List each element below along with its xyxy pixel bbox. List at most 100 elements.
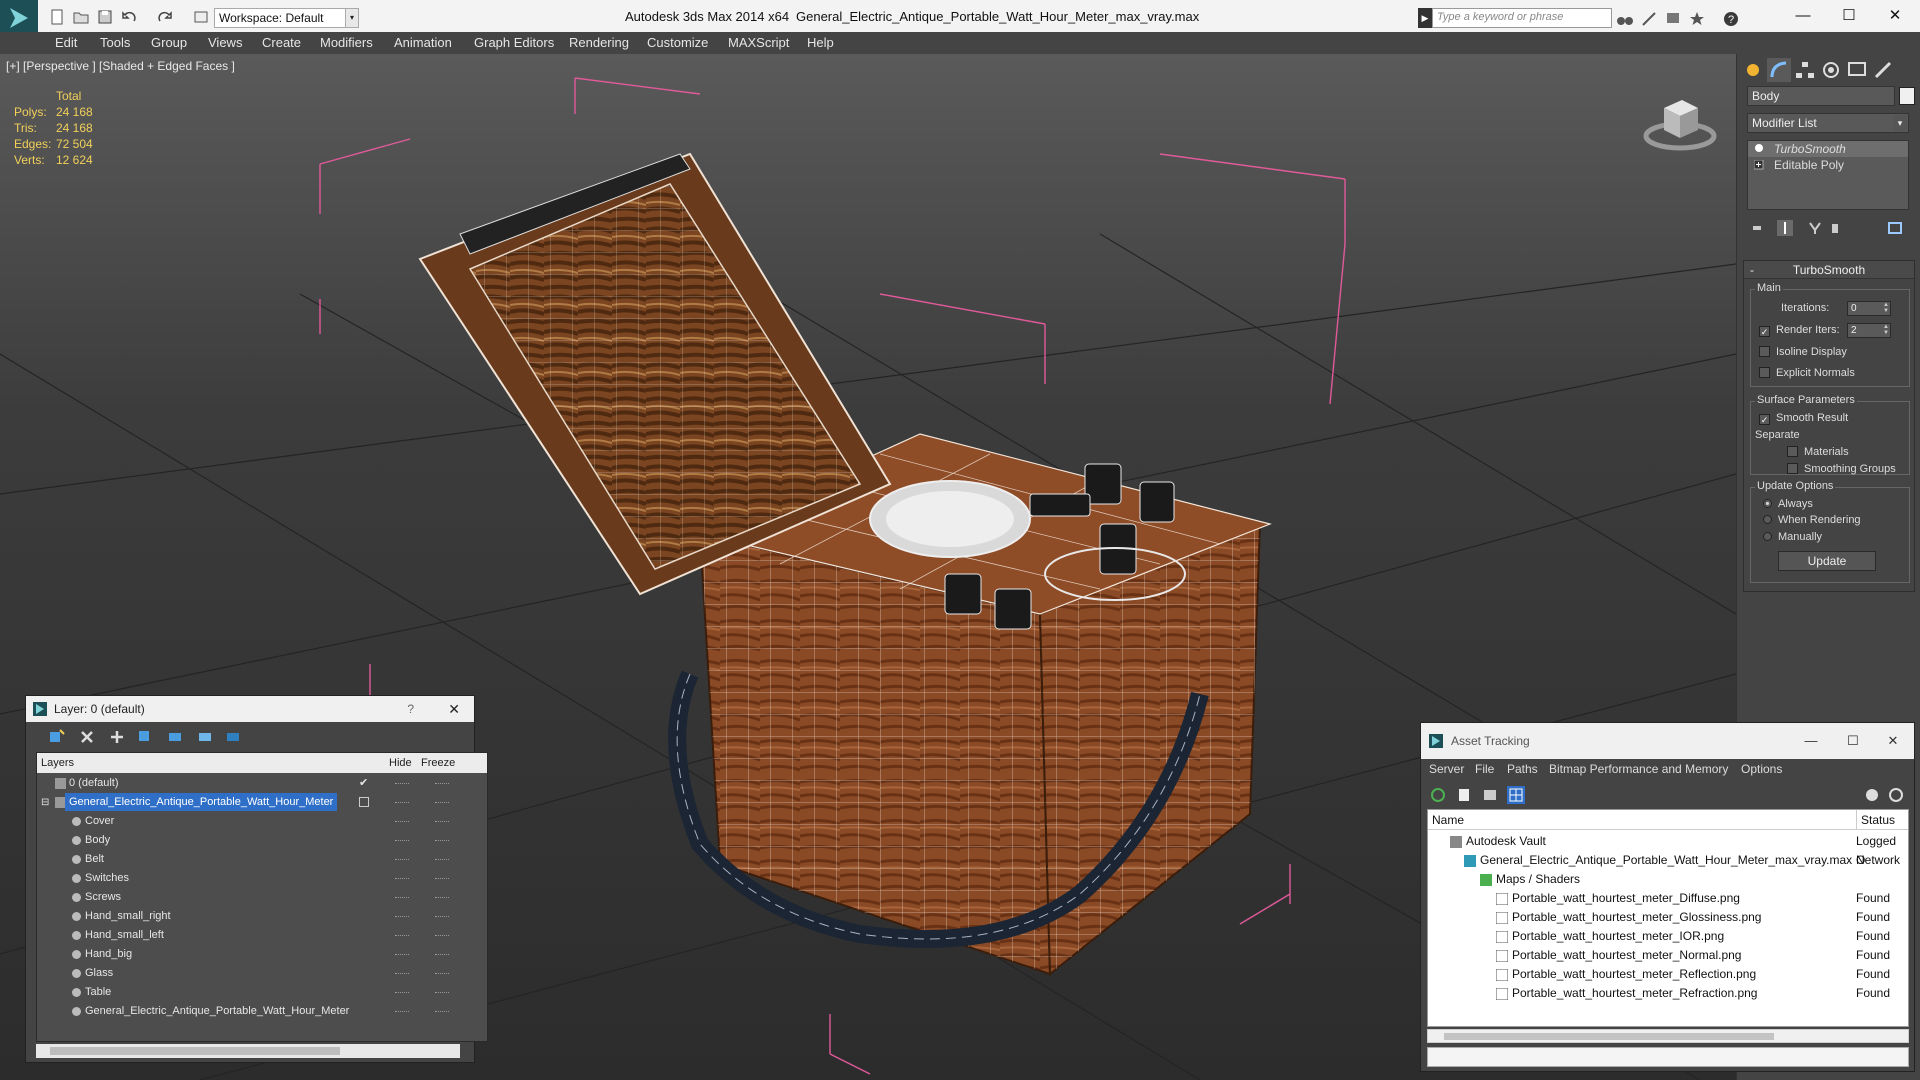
redo-icon[interactable]: [156, 8, 176, 28]
hierarchy-tab-icon[interactable]: [1793, 58, 1817, 82]
layer-row[interactable]: Screws: [37, 888, 487, 907]
search-collapse-arrow[interactable]: ▶: [1418, 8, 1432, 28]
close-icon[interactable]: ✕: [1878, 723, 1908, 759]
menu-views[interactable]: Views: [208, 35, 242, 50]
make-unique-icon[interactable]: [1807, 220, 1823, 236]
save-icon[interactable]: [96, 8, 116, 28]
set-current-layer-icon[interactable]: [196, 728, 214, 746]
collapse-tree-icon[interactable]: ⊟: [41, 793, 49, 812]
spinner-arrows-icon[interactable]: ▲ ▼: [1882, 324, 1890, 337]
delete-layer-icon[interactable]: [78, 728, 96, 746]
update-button[interactable]: Update: [1778, 551, 1876, 571]
project-folder-icon[interactable]: [192, 8, 212, 28]
layer-row[interactable]: General_Electric_Antique_Portable_Watt_H…: [37, 1002, 487, 1021]
menu-animation[interactable]: Animation: [394, 35, 452, 50]
column-header-freeze[interactable]: Freeze: [421, 753, 455, 773]
rollout-header[interactable]: - TurboSmooth: [1744, 261, 1914, 279]
iterations-spinner[interactable]: 0 ▲ ▼: [1847, 301, 1891, 316]
layer-row[interactable]: Table: [37, 983, 487, 1002]
open-file-icon[interactable]: [72, 8, 92, 28]
isoline-display-checkbox[interactable]: Isoline Display: [1759, 346, 1847, 358]
menu-file[interactable]: File: [1475, 762, 1494, 776]
spinner-arrows-icon[interactable]: ▲ ▼: [1882, 302, 1890, 315]
add-to-layer-icon[interactable]: [108, 728, 126, 746]
asset-row[interactable]: Portable_watt_hourtest_meter_Normal.png F…: [1428, 946, 1908, 965]
menu-graph-editors[interactable]: Graph Editors: [474, 35, 554, 50]
keyword-search-input[interactable]: Type a keyword or phrase: [1432, 8, 1612, 28]
menu-create[interactable]: Create: [262, 35, 301, 50]
manually-radio[interactable]: Manually: [1763, 531, 1822, 543]
subscription-icon[interactable]: [1640, 10, 1658, 28]
render-iters-checkbox[interactable]: ✓ Render Iters:: [1759, 324, 1840, 337]
pin-stack-icon[interactable]: [1749, 220, 1765, 236]
layer-row[interactable]: Hand_small_right: [37, 907, 487, 926]
help-icon[interactable]: ?: [1722, 10, 1740, 28]
refresh-icon[interactable]: [1429, 786, 1447, 804]
configure-modifier-sets-icon[interactable]: [1887, 220, 1903, 236]
scrollbar-thumb[interactable]: [1444, 1033, 1774, 1040]
modify-tab-icon[interactable]: [1767, 58, 1791, 82]
asset-row[interactable]: Portable_watt_hourtest_meter_Refraction.…: [1428, 984, 1908, 1003]
menu-group[interactable]: Group: [151, 35, 187, 50]
layer-row[interactable]: ⊟ General_Electric_Antique_Portable_Watt_…: [37, 793, 487, 812]
menu-tools[interactable]: Tools: [100, 35, 130, 50]
when-rendering-radio[interactable]: When Rendering: [1763, 514, 1861, 526]
stack-item-editable-poly[interactable]: Editable Poly: [1748, 157, 1908, 173]
asset-row[interactable]: Maps / Shaders: [1428, 870, 1908, 889]
app-logo-button[interactable]: [0, 0, 38, 36]
table-view-icon[interactable]: [1507, 786, 1525, 804]
asset-dialog-titlebar[interactable]: Asset Tracking — ☐ ✕: [1421, 723, 1914, 759]
show-end-result-icon[interactable]: [1777, 220, 1793, 236]
set-active-box-icon[interactable]: [359, 797, 369, 807]
column-header-hide[interactable]: Hide: [389, 753, 412, 773]
menu-customize[interactable]: Customize: [647, 35, 708, 50]
motion-tab-icon[interactable]: [1819, 58, 1843, 82]
object-color-swatch[interactable]: [1899, 87, 1915, 105]
horizontal-scrollbar[interactable]: [36, 1044, 460, 1058]
help-icon[interactable]: [1863, 786, 1881, 804]
menu-edit[interactable]: Edit: [55, 35, 77, 50]
object-name-field[interactable]: Body: [1747, 86, 1895, 106]
lightbulb-icon[interactable]: [1754, 144, 1764, 154]
maximize-button[interactable]: ☐: [1826, 2, 1872, 30]
create-layer-icon[interactable]: [48, 728, 66, 746]
column-header-name[interactable]: Name: [1432, 810, 1464, 830]
menu-rendering[interactable]: Rendering: [569, 35, 629, 50]
hide-freeze-layers-icon[interactable]: [224, 728, 242, 746]
viewcube-icon[interactable]: [1640, 86, 1720, 159]
smooth-result-checkbox[interactable]: ✓ Smooth Result: [1759, 412, 1848, 425]
stack-item-turbosmooth[interactable]: TurboSmooth: [1748, 141, 1908, 157]
layer-row[interactable]: Body: [37, 831, 487, 850]
smoothing-groups-checkbox[interactable]: Smoothing Groups: [1787, 463, 1896, 475]
explicit-normals-checkbox[interactable]: Explicit Normals: [1759, 367, 1855, 379]
viewport-label[interactable]: [+] [Perspective ] [Shaded + Edged Faces…: [6, 59, 235, 73]
communication-center-icon[interactable]: [1664, 10, 1682, 28]
menu-help[interactable]: Help: [807, 35, 834, 50]
asset-row[interactable]: Portable_watt_hourtest_meter_Diffuse.png…: [1428, 889, 1908, 908]
asset-row[interactable]: Portable_watt_hourtest_meter_Glossiness.…: [1428, 908, 1908, 927]
render-iters-spinner[interactable]: 2 ▲ ▼: [1847, 323, 1891, 338]
create-tab-icon[interactable]: [1741, 58, 1765, 82]
modifier-list-dropdown[interactable]: Modifier List ▾: [1747, 113, 1909, 133]
remove-modifier-icon[interactable]: [1827, 220, 1843, 236]
materials-checkbox[interactable]: Materials: [1787, 446, 1849, 458]
list-view-icon[interactable]: [1455, 786, 1473, 804]
favorites-star-icon[interactable]: [1688, 10, 1706, 28]
layer-row[interactable]: Cover: [37, 812, 487, 831]
settings-icon[interactable]: [1887, 786, 1905, 804]
help-button[interactable]: ?: [407, 696, 414, 722]
layer-row[interactable]: Hand_small_left: [37, 926, 487, 945]
active-layer-check-icon[interactable]: ✔: [359, 774, 368, 793]
menu-maxscript[interactable]: MAXScript: [728, 35, 789, 50]
maximize-button[interactable]: ☐: [1838, 723, 1868, 759]
always-radio[interactable]: Always: [1763, 498, 1813, 510]
select-layer-icon[interactable]: [166, 728, 184, 746]
layer-row[interactable]: Switches: [37, 869, 487, 888]
binoculars-icon[interactable]: [1616, 10, 1634, 28]
asset-row[interactable]: Portable_watt_hourtest_meter_IOR.png Foun…: [1428, 927, 1908, 946]
scrollbar-thumb[interactable]: [50, 1047, 340, 1055]
layer-row[interactable]: Hand_big: [37, 945, 487, 964]
asset-row[interactable]: General_Electric_Antique_Portable_Watt_H…: [1428, 851, 1908, 870]
close-window-button[interactable]: ✕: [1872, 2, 1918, 30]
layer-dialog-titlebar[interactable]: Layer: 0 (default) ? ✕: [26, 696, 474, 722]
